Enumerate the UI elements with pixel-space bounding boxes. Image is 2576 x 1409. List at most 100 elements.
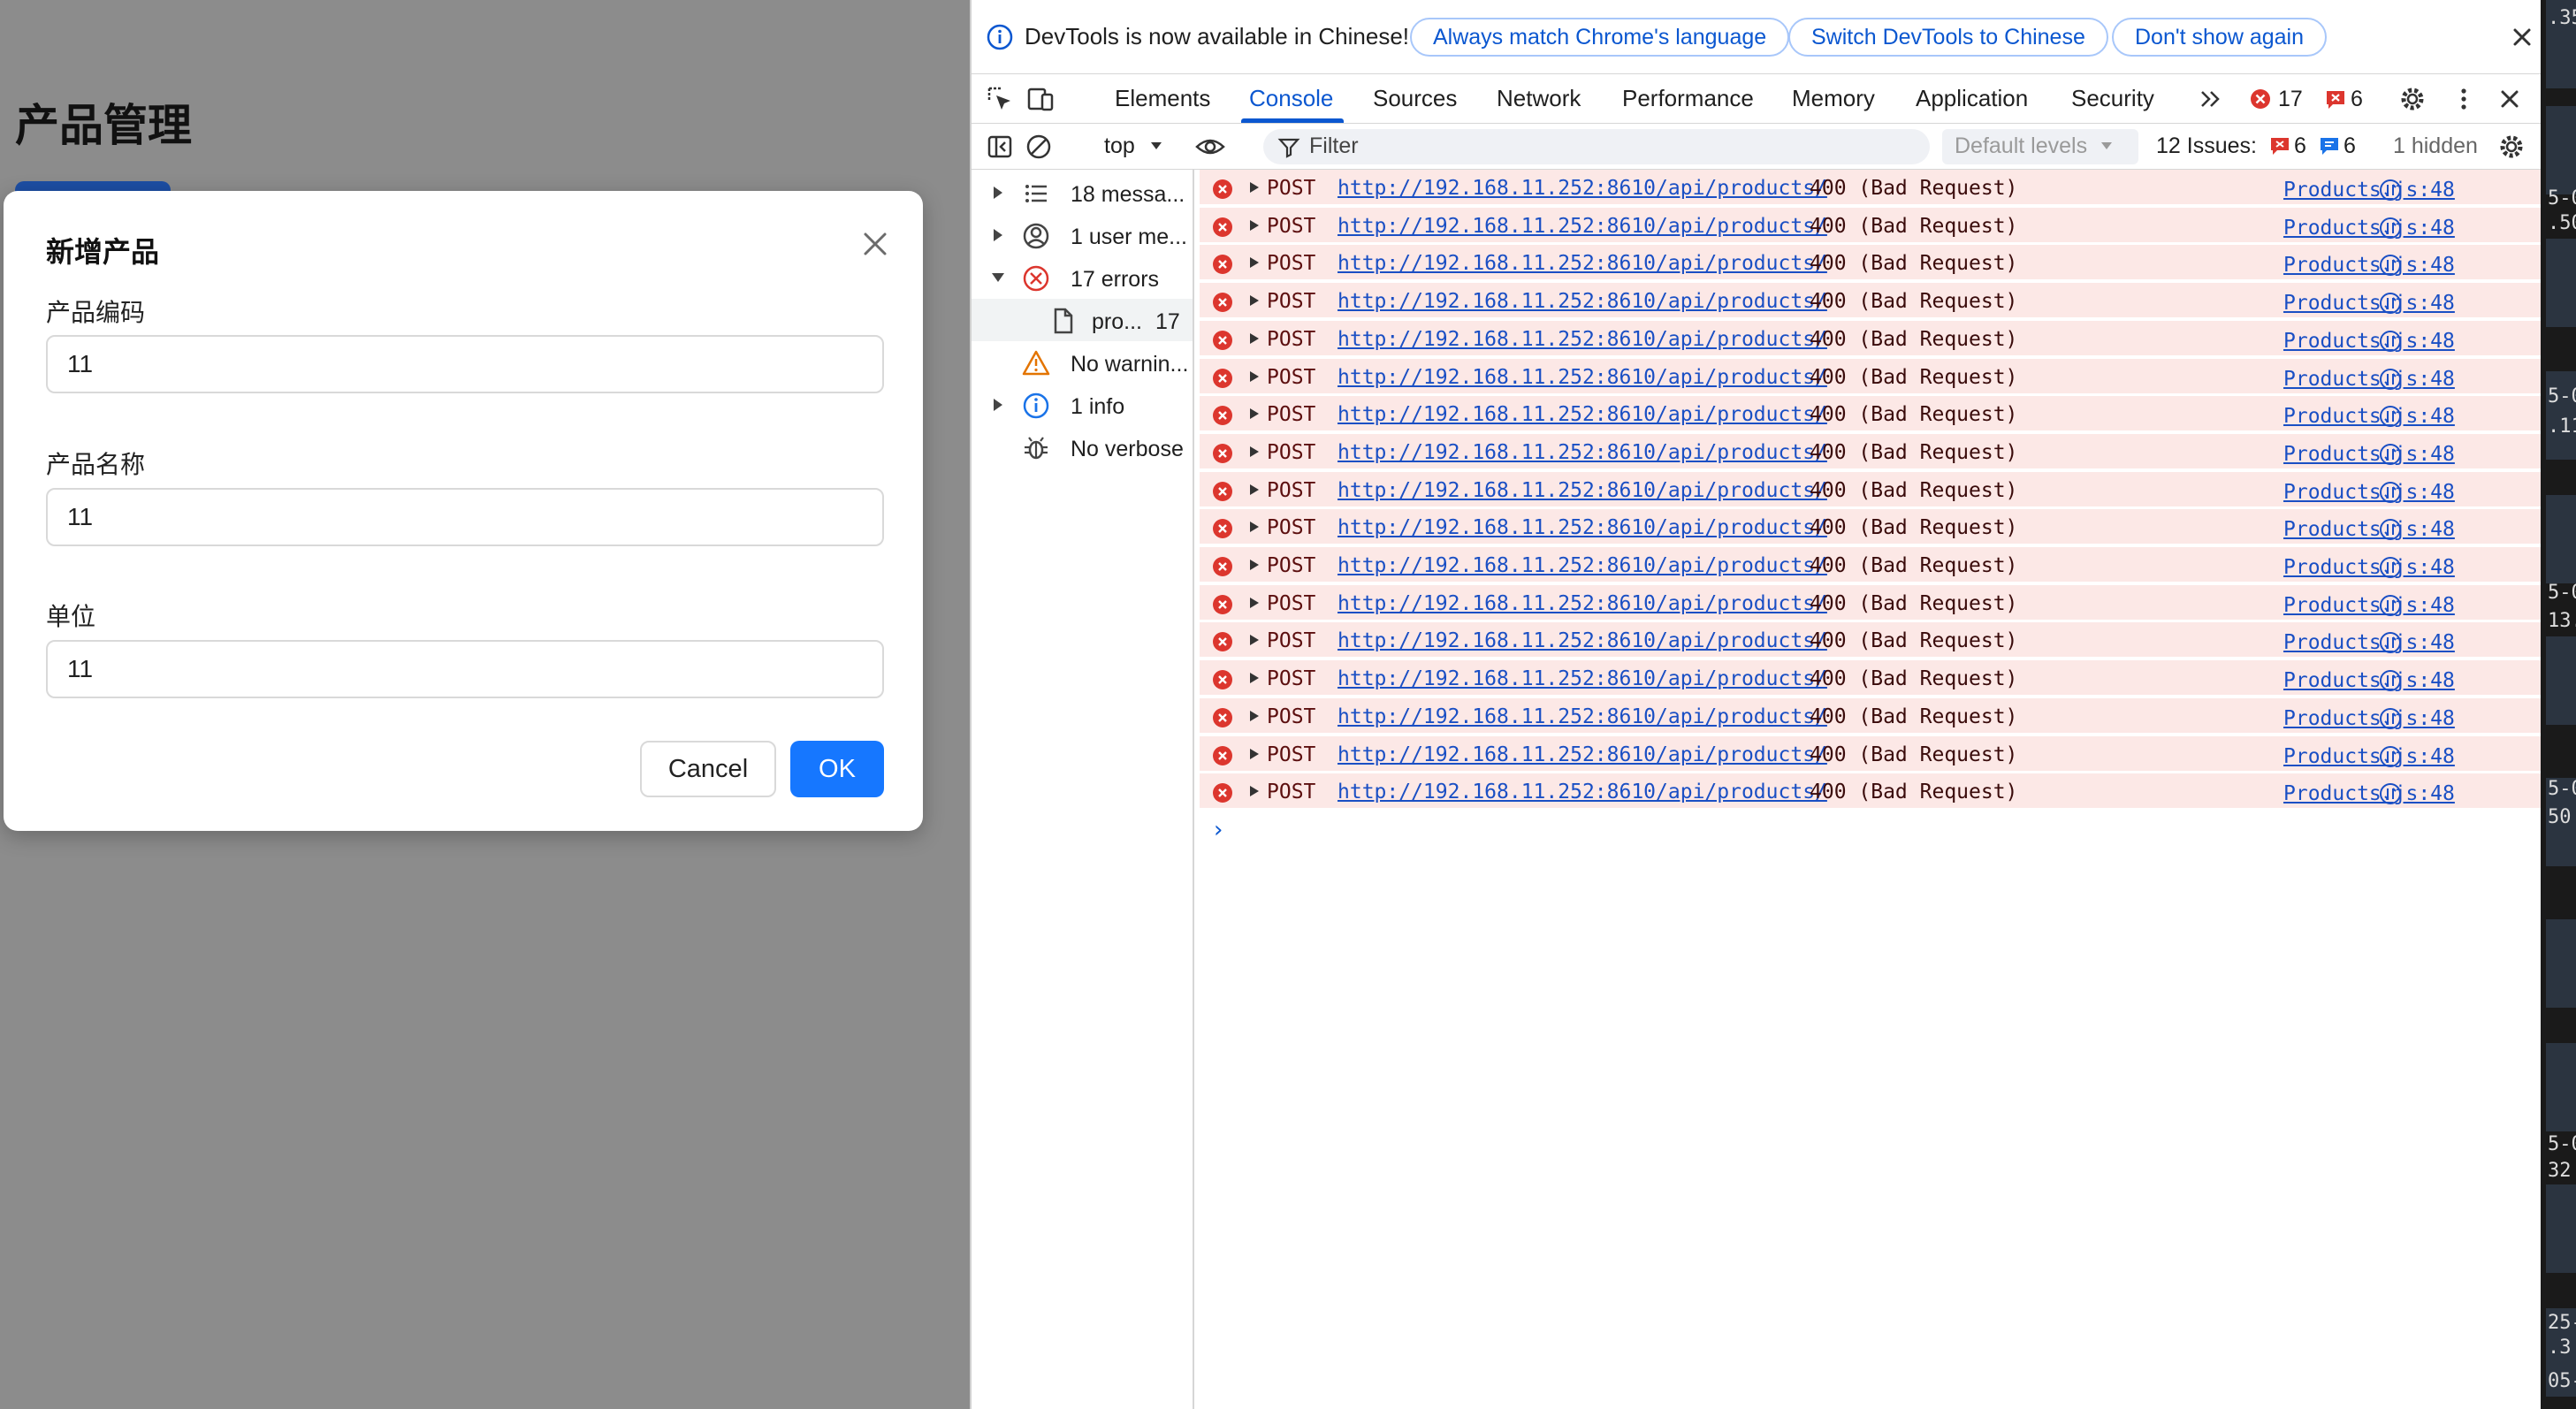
source-location-link[interactable]: Products.js:48 bbox=[2283, 518, 2455, 541]
request-url-link[interactable]: http://192.168.11.252:8610/api/products/ bbox=[1338, 328, 1827, 351]
console-error-row[interactable]: POST http://192.168.11.252:8610/api/produ… bbox=[1200, 584, 2542, 621]
console-error-row[interactable]: POST http://192.168.11.252:8610/api/produ… bbox=[1200, 547, 2542, 583]
request-url-link[interactable]: http://192.168.11.252:8610/api/products/ bbox=[1338, 290, 1827, 313]
expand-arrow-icon[interactable] bbox=[991, 396, 1005, 414]
console-error-row[interactable]: POST http://192.168.11.252:8610/api/produ… bbox=[1200, 433, 2542, 470]
live-expression-eye-icon[interactable] bbox=[1194, 131, 1226, 163]
expand-arrow-icon[interactable] bbox=[1249, 256, 1260, 269]
request-url-link[interactable]: http://192.168.11.252:8610/api/products/ bbox=[1338, 705, 1827, 728]
source-location-link[interactable]: Products.js:48 bbox=[2283, 669, 2455, 692]
network-request-icon[interactable] bbox=[2379, 443, 2402, 466]
source-location-link[interactable]: Products.js:48 bbox=[2283, 631, 2455, 654]
source-location-link[interactable]: Products.js:48 bbox=[2283, 254, 2455, 277]
console-error-row[interactable]: POST http://192.168.11.252:8610/api/produ… bbox=[1200, 735, 2542, 773]
request-url-link[interactable]: http://192.168.11.252:8610/api/products/ bbox=[1338, 667, 1827, 690]
context-selector[interactable]: top bbox=[1104, 133, 1135, 159]
request-url-link[interactable]: http://192.168.11.252:8610/api/products/ bbox=[1338, 479, 1827, 502]
tab-security[interactable]: Security bbox=[2071, 85, 2154, 112]
console-error-row[interactable]: POST http://192.168.11.252:8610/api/produ… bbox=[1200, 283, 2542, 320]
console-error-row[interactable]: POST http://192.168.11.252:8610/api/produ… bbox=[1200, 207, 2542, 244]
issues-label[interactable]: 12 Issues: bbox=[2156, 133, 2257, 159]
request-url-link[interactable]: http://192.168.11.252:8610/api/products/ bbox=[1338, 516, 1827, 539]
expand-arrow-icon[interactable] bbox=[991, 184, 1005, 202]
issues-info-count[interactable]: 6 bbox=[2344, 133, 2356, 159]
settings-gear-icon[interactable] bbox=[2397, 83, 2428, 115]
network-request-icon[interactable] bbox=[2379, 368, 2402, 391]
sidebar-item-messages[interactable]: 18 messa... bbox=[972, 171, 1193, 214]
source-location-link[interactable]: Products.js:48 bbox=[2283, 368, 2455, 391]
request-url-link[interactable]: http://192.168.11.252:8610/api/products/ bbox=[1338, 441, 1827, 464]
request-url-link[interactable]: http://192.168.11.252:8610/api/products/ bbox=[1338, 743, 1827, 766]
close-infobar-icon[interactable] bbox=[2506, 21, 2538, 53]
source-location-link[interactable]: Products.js:48 bbox=[2283, 405, 2455, 428]
network-request-icon[interactable] bbox=[2379, 518, 2402, 541]
tab-memory[interactable]: Memory bbox=[1792, 85, 1875, 112]
console-error-row[interactable]: POST http://192.168.11.252:8610/api/produ… bbox=[1200, 509, 2542, 546]
clear-console-icon[interactable] bbox=[1023, 131, 1055, 163]
source-location-link[interactable]: Products.js:48 bbox=[2283, 481, 2455, 504]
request-url-link[interactable]: http://192.168.11.252:8610/api/products/ bbox=[1338, 554, 1827, 577]
source-location-link[interactable]: Products.js:48 bbox=[2283, 217, 2455, 240]
collapse-arrow-icon[interactable] bbox=[991, 269, 1005, 286]
expand-arrow-icon[interactable] bbox=[1249, 219, 1260, 232]
ok-button[interactable]: OK bbox=[790, 741, 884, 797]
tab-application[interactable]: Application bbox=[1916, 85, 2028, 112]
network-request-icon[interactable] bbox=[2379, 481, 2402, 504]
close-devtools-icon[interactable] bbox=[2494, 83, 2526, 115]
tab-elements[interactable]: Elements bbox=[1115, 85, 1210, 112]
network-request-icon[interactable] bbox=[2379, 292, 2402, 315]
expand-arrow-icon[interactable] bbox=[1249, 710, 1260, 722]
network-request-icon[interactable] bbox=[2379, 254, 2402, 277]
expand-arrow-icon[interactable] bbox=[1249, 370, 1260, 383]
console-error-row[interactable]: POST http://192.168.11.252:8610/api/produ… bbox=[1200, 396, 2542, 433]
always-match-language-button[interactable]: Always match Chrome's language bbox=[1410, 18, 1790, 57]
network-request-icon[interactable] bbox=[2379, 330, 2402, 353]
console-settings-gear-icon[interactable] bbox=[2496, 131, 2527, 163]
console-error-row[interactable]: POST http://192.168.11.252:8610/api/produ… bbox=[1200, 320, 2542, 357]
console-error-row[interactable]: POST http://192.168.11.252:8610/api/produ… bbox=[1200, 773, 2542, 811]
tab-console[interactable]: Console bbox=[1249, 85, 1333, 112]
console-error-row[interactable]: POST http://192.168.11.252:8610/api/produ… bbox=[1200, 471, 2542, 508]
console-error-row[interactable]: POST http://192.168.11.252:8610/api/produ… bbox=[1200, 697, 2542, 735]
request-url-link[interactable]: http://192.168.11.252:8610/api/products/ bbox=[1338, 177, 1827, 200]
device-toolbar-icon[interactable] bbox=[1025, 83, 1056, 115]
sidebar-item-verbose[interactable]: No verbose bbox=[972, 426, 1193, 468]
expand-arrow-icon[interactable] bbox=[1249, 521, 1260, 533]
source-location-link[interactable]: Products.js:48 bbox=[2283, 782, 2455, 805]
request-url-link[interactable]: http://192.168.11.252:8610/api/products/ bbox=[1338, 629, 1827, 652]
console-error-row[interactable]: POST http://192.168.11.252:8610/api/produ… bbox=[1200, 170, 2542, 206]
expand-arrow-icon[interactable] bbox=[1249, 785, 1260, 797]
console-error-row[interactable]: POST http://192.168.11.252:8610/api/produ… bbox=[1200, 660, 2542, 697]
expand-arrow-icon[interactable] bbox=[1249, 597, 1260, 609]
chevron-down-icon[interactable] bbox=[1148, 138, 1164, 154]
close-icon[interactable] bbox=[857, 226, 893, 262]
network-request-icon[interactable] bbox=[2379, 707, 2402, 730]
console-prompt[interactable]: › bbox=[1214, 817, 1223, 843]
sidebar-item-errors[interactable]: 17 errors bbox=[972, 256, 1193, 299]
network-request-icon[interactable] bbox=[2379, 217, 2402, 240]
network-request-icon[interactable] bbox=[2379, 594, 2402, 617]
issue-count[interactable]: 6 bbox=[2351, 87, 2363, 112]
network-request-icon[interactable] bbox=[2379, 745, 2402, 768]
expand-arrow-icon[interactable] bbox=[1249, 446, 1260, 458]
source-location-link[interactable]: Products.js:48 bbox=[2283, 330, 2455, 353]
request-url-link[interactable]: http://192.168.11.252:8610/api/products/ bbox=[1338, 252, 1827, 275]
tab-performance[interactable]: Performance bbox=[1622, 85, 1754, 112]
sidebar-item-info[interactable]: 1 info bbox=[972, 384, 1193, 426]
expand-arrow-icon[interactable] bbox=[1249, 634, 1260, 646]
product-code-input[interactable] bbox=[46, 335, 884, 393]
source-location-link[interactable]: Products.js:48 bbox=[2283, 556, 2455, 579]
tab-sources[interactable]: Sources bbox=[1373, 85, 1457, 112]
expand-arrow-icon[interactable] bbox=[1249, 559, 1260, 571]
error-count[interactable]: 17 bbox=[2278, 87, 2303, 112]
expand-arrow-icon[interactable] bbox=[1249, 484, 1260, 496]
filter-input[interactable] bbox=[1263, 129, 1930, 164]
expand-arrow-icon[interactable] bbox=[1249, 294, 1260, 307]
sidebar-item-warnings[interactable]: No warnin... bbox=[972, 341, 1193, 384]
sidebar-item-user-messages[interactable]: 1 user me... bbox=[972, 214, 1193, 256]
expand-arrow-icon[interactable] bbox=[1249, 672, 1260, 684]
inspect-element-icon[interactable] bbox=[984, 83, 1016, 115]
tab-network[interactable]: Network bbox=[1497, 85, 1581, 112]
switch-to-chinese-button[interactable]: Switch DevTools to Chinese bbox=[1788, 18, 2108, 57]
expand-arrow-icon[interactable] bbox=[1249, 332, 1260, 345]
